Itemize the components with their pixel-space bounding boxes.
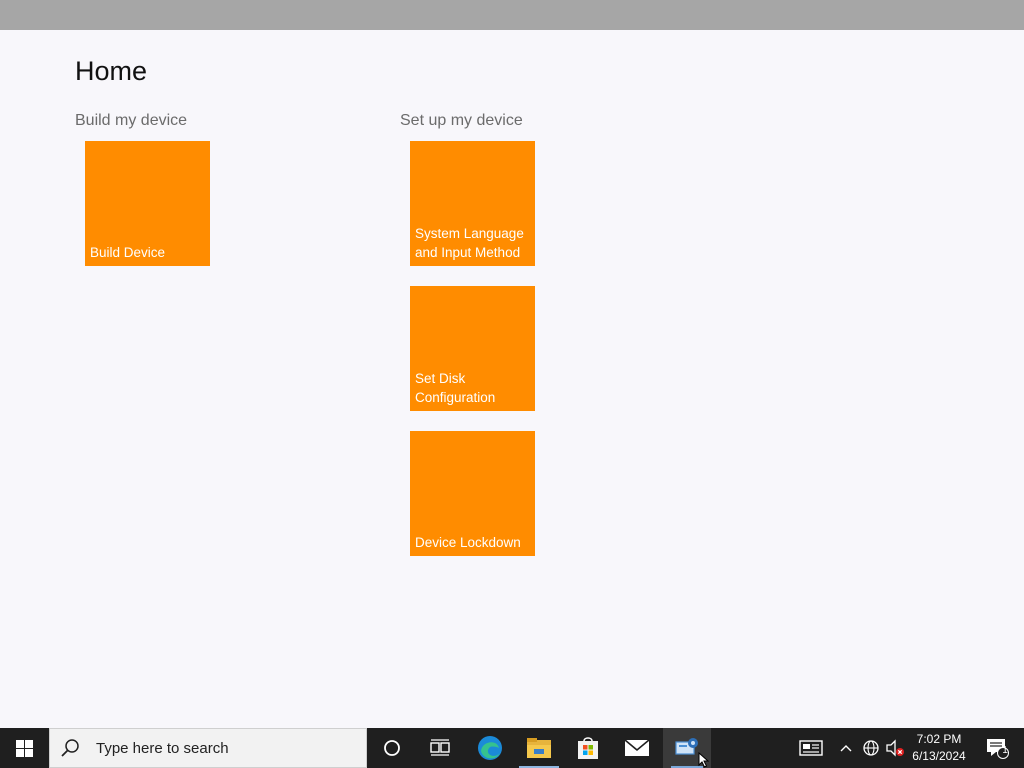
- page-title: Home: [75, 56, 148, 86]
- volume-button[interactable]: [884, 728, 906, 768]
- mail-icon: [624, 739, 650, 756]
- tile-label: System Language and Input Method: [415, 224, 531, 262]
- cortana-button[interactable]: [368, 728, 416, 768]
- home-page: Home Build my device Set up my device Bu…: [0, 30, 1024, 728]
- cortana-icon: [384, 740, 400, 756]
- tile-label-line: Build Device: [90, 245, 166, 260]
- clock-date: 6/13/2024: [912, 749, 966, 763]
- file-explorer-button[interactable]: [515, 728, 563, 768]
- mail-button[interactable]: [613, 728, 661, 768]
- search-icon: [61, 739, 79, 757]
- volume-muted-icon: [886, 739, 904, 757]
- window-titlebar[interactable]: [0, 0, 1024, 30]
- start-button[interactable]: [0, 728, 48, 768]
- tile-label: Device Lockdown: [415, 533, 531, 552]
- tile-label-line: System Language: [415, 226, 524, 241]
- action-center-button[interactable]: 1: [978, 728, 1016, 768]
- store-icon: [578, 737, 598, 759]
- tile-label: Set Disk Configuration: [415, 369, 531, 407]
- network-globe-icon: [863, 740, 879, 756]
- tile-label-line: Configuration: [415, 390, 496, 405]
- news-icon: [799, 740, 823, 756]
- clock-time: 7:02 PM: [916, 732, 962, 746]
- tile-label-line: Device Lockdown: [415, 535, 521, 550]
- mouse-cursor-icon: [698, 752, 710, 768]
- search-placeholder: Type here to search: [96, 739, 229, 757]
- windows-logo-icon: [15, 739, 33, 757]
- taskbar: Type here to search 7:02 PM 6/13/2024 1: [0, 728, 1024, 768]
- network-button[interactable]: [860, 728, 882, 768]
- tile-label-line: and Input Method: [415, 245, 521, 260]
- tile-set-disk-configuration[interactable]: Set Disk Configuration: [410, 286, 535, 411]
- configuration-designer-icon: [675, 738, 698, 755]
- edge-button[interactable]: [466, 728, 514, 768]
- tile-label: Build Device: [90, 243, 206, 262]
- task-view-icon: [430, 739, 450, 756]
- clock-button[interactable]: 7:02 PM 6/13/2024: [908, 728, 970, 768]
- tile-system-language[interactable]: System Language and Input Method: [410, 141, 535, 266]
- tile-device-lockdown[interactable]: Device Lockdown: [410, 431, 535, 556]
- edge-icon: [478, 736, 502, 760]
- store-button[interactable]: [564, 728, 612, 768]
- show-hidden-icons-button[interactable]: [836, 728, 856, 768]
- chevron-up-icon: [840, 745, 852, 752]
- file-explorer-icon: [527, 738, 551, 758]
- tile-build-device[interactable]: Build Device: [85, 141, 210, 266]
- tile-label-line: Set Disk: [415, 371, 466, 386]
- task-view-button[interactable]: [416, 728, 464, 768]
- group-title-build: Build my device: [75, 112, 188, 129]
- notification-count-badge: 1: [1002, 745, 1008, 756]
- group-title-setup: Set up my device: [400, 112, 523, 129]
- taskbar-search-box[interactable]: Type here to search: [49, 728, 367, 768]
- news-button[interactable]: [795, 728, 827, 768]
